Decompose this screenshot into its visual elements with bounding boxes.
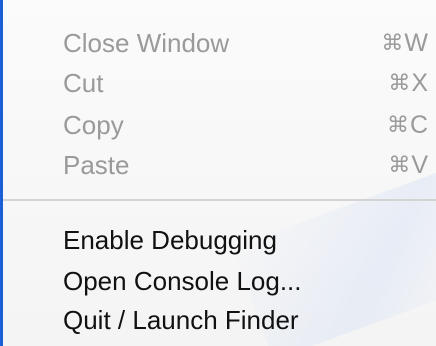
- context-menu: Close Window ⌘ W Cut ⌘ X Copy ⌘ C Paste …: [0, 0, 436, 346]
- menu-item-label: Enable Debugging: [63, 224, 277, 255]
- shortcut-cut: ⌘ X: [388, 69, 428, 98]
- menu-item-enable-debugging[interactable]: Enable Debugging: [63, 218, 428, 262]
- shortcut-close-window: ⌘ W: [381, 29, 428, 58]
- shortcut-paste: ⌘ V: [388, 151, 428, 180]
- command-key-icon: ⌘: [388, 70, 411, 96]
- menu-item-quit-launch-finder[interactable]: Quit / Launch Finder: [63, 298, 428, 342]
- command-key-icon: ⌘: [381, 30, 404, 56]
- command-key-icon: ⌘: [386, 112, 409, 138]
- menu-item-label: Open Console Log...: [63, 265, 302, 296]
- menu-item-copy[interactable]: Copy ⌘ C: [63, 103, 428, 147]
- shortcut-key: C: [409, 110, 428, 139]
- shortcut-key: V: [411, 150, 428, 179]
- shortcut-key: X: [411, 68, 428, 97]
- menu-item-cut[interactable]: Cut ⌘ X: [63, 61, 428, 105]
- shortcut-key: W: [404, 28, 428, 57]
- menu-item-label: Paste: [63, 149, 130, 180]
- menu-item-label: Cut: [63, 67, 104, 98]
- menu-item-open-console-log[interactable]: Open Console Log...: [63, 259, 428, 303]
- shortcut-copy: ⌘ C: [387, 111, 428, 140]
- menu-item-paste[interactable]: Paste ⌘ V: [63, 143, 428, 187]
- menu-separator: [3, 199, 436, 201]
- menu-item-label: Close Window: [63, 27, 230, 58]
- command-key-icon: ⌘: [388, 152, 411, 178]
- menu-item-label: Quit / Launch Finder: [63, 304, 299, 335]
- menu-item-close-window[interactable]: Close Window ⌘ W: [63, 21, 428, 65]
- menu-item-label: Copy: [63, 109, 124, 140]
